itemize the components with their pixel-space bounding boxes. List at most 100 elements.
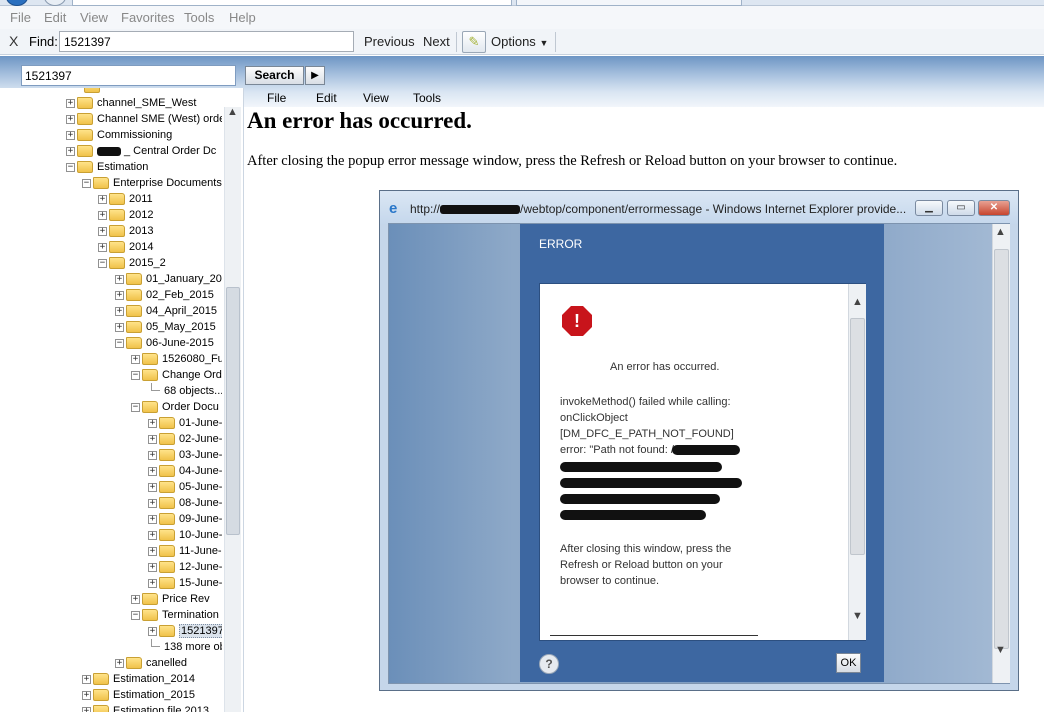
tree-node[interactable]: +05-June- [148,479,222,495]
expand-toggle-icon[interactable]: + [148,498,157,508]
tree-node[interactable]: + Commissioning [66,127,222,143]
find-next-button[interactable]: Next [423,34,450,49]
help-icon[interactable]: ? [539,654,559,674]
expand-toggle-icon[interactable]: + [66,130,75,140]
tree-node[interactable]: + canelled [115,655,222,671]
popup-scrollbar[interactable]: ▲ ▼ [992,224,1010,683]
search-button[interactable]: Search [245,66,304,85]
expand-toggle-icon[interactable]: + [148,626,157,636]
tree-node[interactable]: 68 objects... [148,383,222,399]
expand-toggle-icon[interactable]: + [148,578,157,588]
expand-toggle-icon[interactable]: + [66,114,75,124]
expand-toggle-icon[interactable]: + [148,482,157,492]
expand-toggle-icon[interactable]: + [148,466,157,476]
tree-node[interactable]: +2012 [98,207,222,223]
scroll-thumb[interactable] [850,318,865,555]
expand-toggle-icon[interactable]: + [66,146,75,156]
scroll-thumb[interactable] [226,287,240,535]
expand-toggle-icon[interactable]: + [115,290,124,300]
expand-toggle-icon[interactable]: + [148,546,157,556]
popup-titlebar[interactable]: e http:// /webtop/component/errormessage … [380,191,1018,224]
scroll-up-icon[interactable]: ▲ [995,226,1006,238]
scroll-down-icon[interactable]: ▼ [995,644,1006,656]
expand-toggle-icon[interactable]: + [98,194,107,204]
expand-toggle-icon[interactable]: − [131,610,140,620]
tree-node[interactable]: +1521397 [148,623,222,639]
expand-toggle-icon[interactable]: + [148,418,157,428]
webtop-menu-file[interactable]: File [267,91,286,105]
tree-node[interactable]: +04_April_2015 [115,303,222,319]
expand-toggle-icon[interactable]: + [131,594,140,604]
expand-toggle-icon[interactable]: + [148,562,157,572]
tree-node[interactable]: +08-June- [148,495,222,511]
tree-node[interactable]: +03-June- [148,447,222,463]
tree-node[interactable]: +1526080_Fu [131,351,222,367]
expand-toggle-icon[interactable]: − [98,258,107,268]
expand-toggle-icon[interactable]: − [66,162,75,172]
expand-toggle-icon[interactable]: + [82,674,91,684]
expand-toggle-icon[interactable]: + [82,690,91,700]
expand-toggle-icon[interactable]: + [66,98,75,108]
tree-node[interactable]: + Estimation_2014 [82,671,222,687]
tree-node[interactable]: − Order Docu [131,399,222,415]
tree-node[interactable]: + Estimation_2015 [82,687,222,703]
menu-help[interactable]: Help [229,10,256,25]
menu-view[interactable]: View [80,10,108,25]
tree-node[interactable]: +10-June- [148,527,222,543]
scroll-up-icon[interactable]: ▲ [227,106,238,118]
tree-node[interactable]: − 06-June-2015 [115,335,222,351]
highlight-pen-icon[interactable]: ✎ [462,31,486,53]
menu-file[interactable]: File [10,10,31,25]
expand-toggle-icon[interactable]: + [148,434,157,444]
expand-toggle-icon[interactable]: − [115,338,124,348]
error-box-scrollbar[interactable]: ▲ ▼ [848,284,866,640]
expand-toggle-icon[interactable]: + [148,450,157,460]
tree-node[interactable]: +2011 [98,191,222,207]
ok-button[interactable]: OK [836,653,861,673]
scroll-down-icon[interactable]: ▼ [852,610,863,622]
tree-node[interactable]: +02_Feb_2015 [115,287,222,303]
menu-favorites[interactable]: Favorites [121,10,174,25]
expand-toggle-icon[interactable]: + [98,242,107,252]
tree-scrollbar[interactable]: ▲ [224,106,241,712]
menu-edit[interactable]: Edit [44,10,66,25]
webtop-menu-tools[interactable]: Tools [413,91,441,105]
tree-node[interactable]: + channel_SME_West [66,95,222,111]
expand-toggle-icon[interactable]: + [98,226,107,236]
find-input[interactable] [59,31,354,52]
maximize-button[interactable]: ▭ [947,200,975,216]
webtop-menu-view[interactable]: View [363,91,389,105]
expand-toggle-icon[interactable]: + [148,530,157,540]
tree-node[interactable]: + Price Rev [131,591,222,607]
expand-toggle-icon[interactable]: + [82,706,91,712]
tree-node[interactable]: +01-June- [148,415,222,431]
expand-toggle-icon[interactable]: + [115,274,124,284]
tree-node[interactable]: + _ Central Order Dc [66,143,222,159]
tree-node[interactable]: − Enterprise Documents [82,175,222,191]
tree-node[interactable]: − Estimation [66,159,222,175]
expand-toggle-icon[interactable]: − [131,370,140,380]
find-options-button[interactable]: Options ▼ [491,34,548,49]
expand-toggle-icon[interactable]: + [98,210,107,220]
expand-toggle-icon[interactable]: − [82,178,91,188]
webtop-search-input[interactable] [21,65,236,86]
tree-node[interactable]: +09-June- [148,511,222,527]
tree-node[interactable]: +11-June- [148,543,222,559]
scroll-up-icon[interactable]: ▲ [852,296,863,308]
tree-node[interactable]: + Estimation file 2013 [82,703,222,712]
tree-node[interactable]: +01_January_20 [115,271,222,287]
tree-node[interactable]: − 2015_2 [98,255,222,271]
tree-node[interactable]: +12-June- [148,559,222,575]
expand-toggle-icon[interactable]: + [148,514,157,524]
tree-node[interactable]: +2014 [98,239,222,255]
tree-node[interactable]: +02-June- [148,431,222,447]
tree-node[interactable]: +05_May_2015 [115,319,222,335]
close-find-icon[interactable]: X [9,33,18,49]
search-options-arrow-icon[interactable]: ▶ [305,66,325,85]
tree-node[interactable]: +15-June- [148,575,222,591]
webtop-menu-edit[interactable]: Edit [316,91,337,105]
expand-toggle-icon[interactable]: + [115,322,124,332]
expand-toggle-icon[interactable]: + [115,658,124,668]
close-button[interactable]: ✕ [978,200,1010,216]
tree-node[interactable]: − Change Ord [131,367,222,383]
